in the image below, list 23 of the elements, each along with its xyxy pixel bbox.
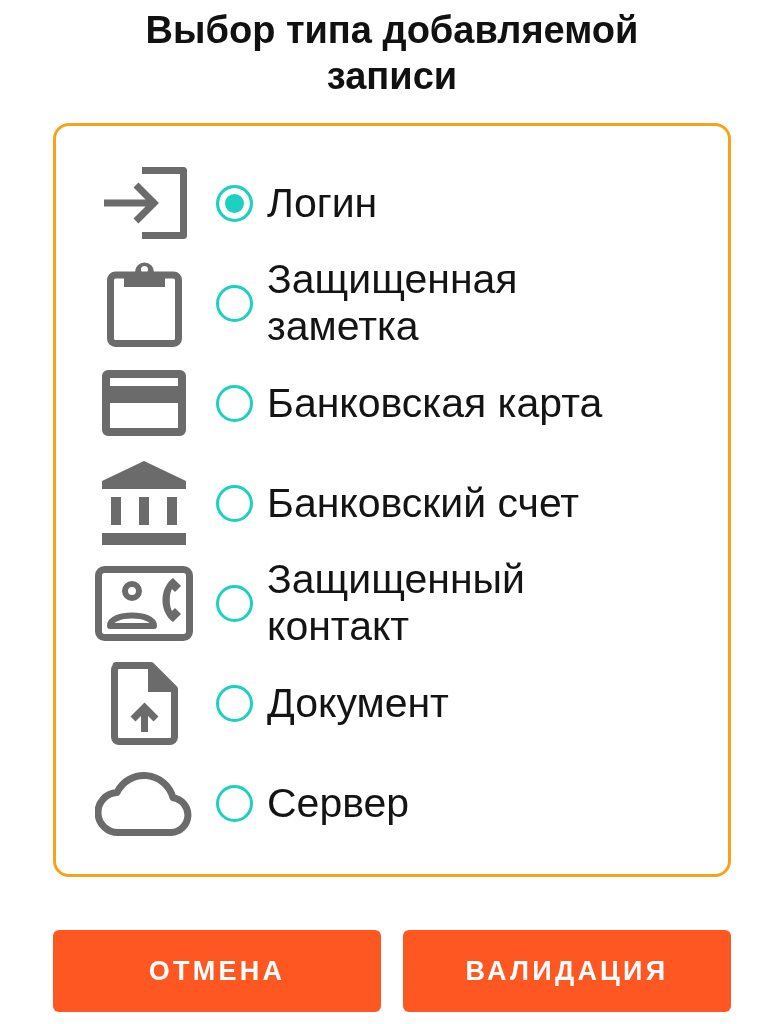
option-label: Документ (267, 679, 449, 727)
radio-button[interactable] (216, 184, 253, 222)
radio-button[interactable] (216, 784, 253, 822)
confirm-button[interactable]: ВАЛИДАЦИЯ (403, 930, 731, 1012)
cloud-icon (95, 769, 193, 837)
option-label: Логин (267, 179, 378, 227)
cancel-button[interactable]: ОТМЕНА (53, 930, 381, 1012)
bank-building-icon (102, 461, 186, 545)
option-label: Защищенный контакт (267, 556, 526, 650)
option-label: Банковская карта (267, 379, 603, 427)
option-label: Сервер (267, 779, 410, 827)
contact-card-icon (95, 565, 193, 641)
radio-button[interactable] (216, 484, 253, 522)
radio-button[interactable] (216, 384, 253, 422)
file-upload-icon (110, 661, 178, 745)
dialog-title: Выбор типа добавляемой записи (144, 8, 640, 99)
option-label: Защищенная заметка (267, 256, 519, 350)
credit-card-icon (102, 370, 186, 436)
radio-button[interactable] (216, 284, 253, 322)
option-label: Банковский счет (267, 479, 580, 527)
radio-button[interactable] (216, 584, 253, 622)
arrow-into-bracket-icon (101, 167, 187, 239)
radio-button[interactable] (216, 684, 253, 722)
